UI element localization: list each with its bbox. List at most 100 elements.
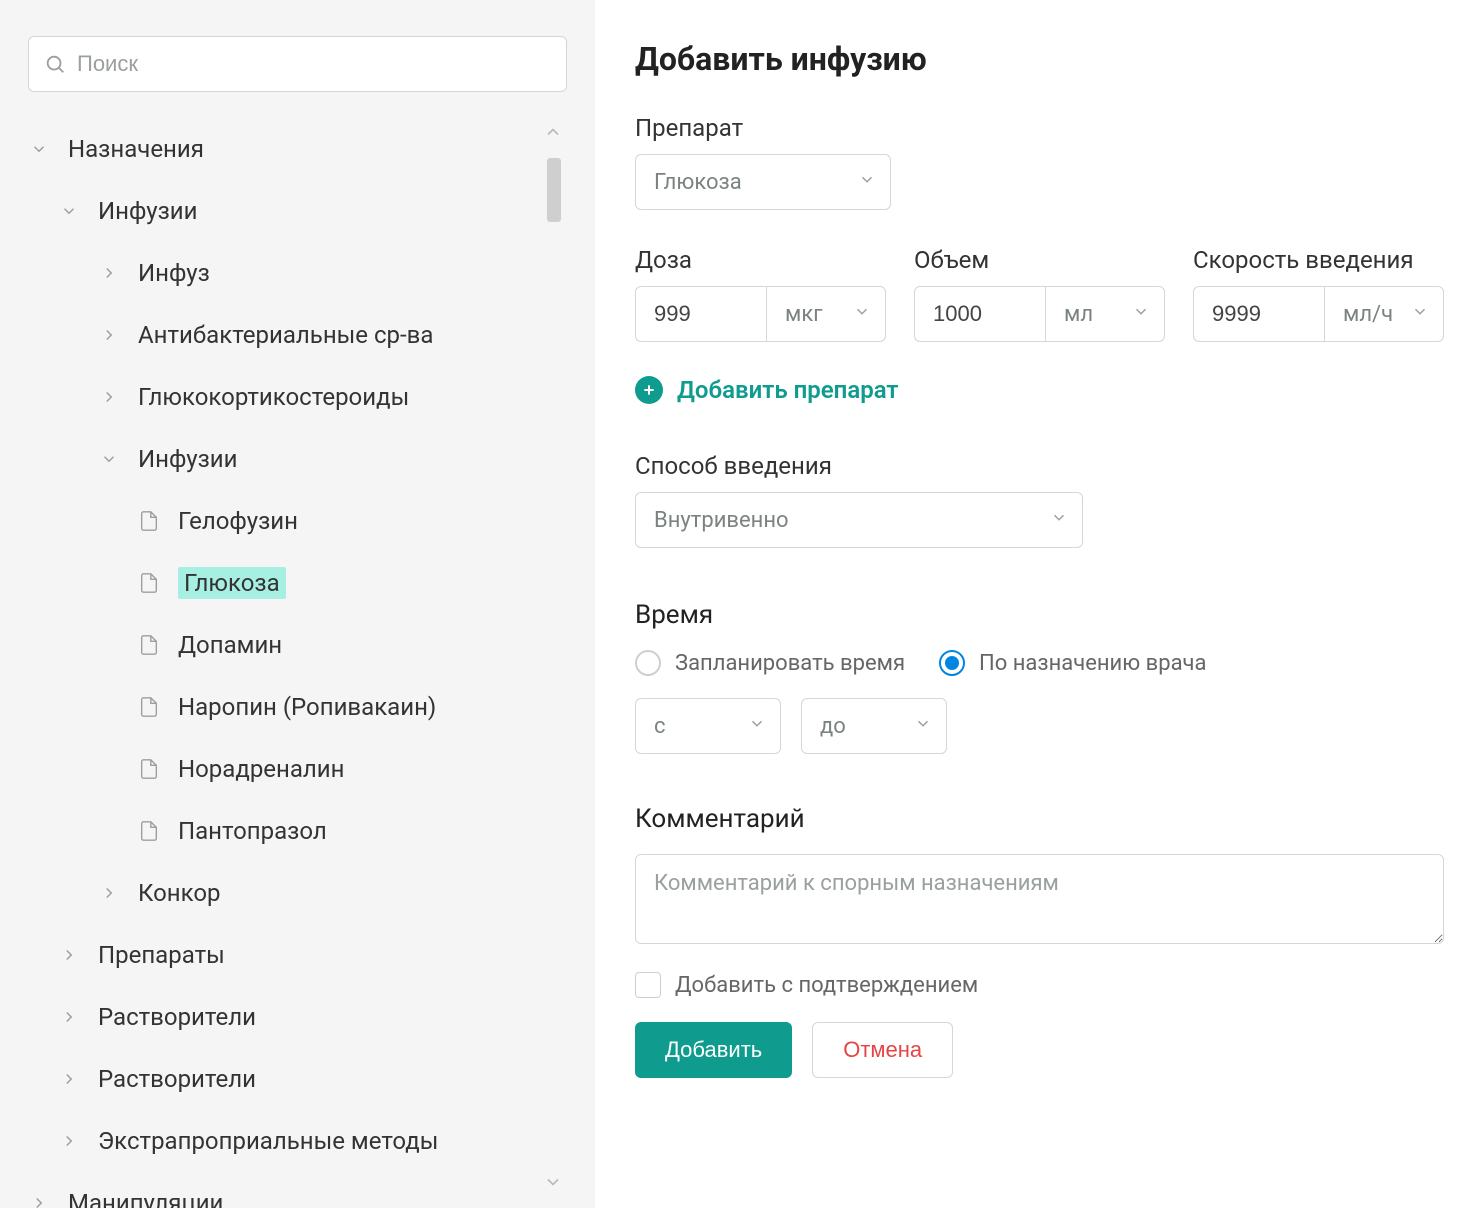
confirm-checkbox[interactable]	[635, 972, 661, 998]
comment-section-title: Комментарий	[635, 804, 1444, 834]
confirm-label: Добавить с подтверждением	[675, 973, 978, 998]
file-icon	[138, 820, 160, 842]
file-icon	[138, 510, 160, 532]
dose-label: Доза	[635, 246, 886, 274]
radio-circle-checked-icon	[939, 650, 965, 676]
measurements-row: Доза мкг Объем мл Скорость введения	[635, 246, 1444, 342]
tree-leaf-label: Норадреналин	[178, 755, 345, 783]
tree-node-label: Конкор	[138, 879, 221, 907]
tree-root-label: Манипуляции	[68, 1189, 223, 1208]
page-title: Добавить инфузию	[635, 40, 1444, 78]
tree-node-glucocort[interactable]: Глюкокортикостероиды	[28, 366, 531, 428]
volume-unit-select[interactable]: мл	[1045, 286, 1165, 342]
rate-label: Скорость введения	[1193, 246, 1444, 274]
tree-root-assignments[interactable]: Назначения	[28, 118, 531, 180]
volume-input[interactable]	[914, 286, 1045, 342]
dose-input[interactable]	[635, 286, 766, 342]
search-icon	[44, 53, 66, 75]
comment-textarea[interactable]	[635, 854, 1444, 944]
chevron-down-icon	[858, 170, 876, 195]
time-inputs-row: с до	[635, 698, 1444, 754]
radio-plan-time[interactable]: Запланировать время	[635, 650, 905, 676]
tree-leaf-glucose[interactable]: Глюкоза	[28, 552, 531, 614]
tree-node-solvents[interactable]: Растворители	[28, 986, 531, 1048]
tree-node-label: Антибактериальные ср-ва	[138, 321, 433, 349]
tree-leaf-dopamin[interactable]: Допамин	[28, 614, 531, 676]
rate-input[interactable]	[1193, 286, 1324, 342]
time-from-value: с	[654, 714, 666, 739]
time-to-value: до	[820, 714, 846, 739]
tree-node-label: Растворители	[98, 1003, 256, 1031]
chevron-right-icon	[58, 1068, 80, 1090]
search-input[interactable]	[28, 36, 567, 92]
method-label: Способ введения	[635, 452, 1444, 480]
tree-node-label: Растворители	[98, 1065, 256, 1093]
file-icon	[138, 634, 160, 656]
tree-leaf-label: Допамин	[178, 631, 282, 659]
chevron-down-icon	[748, 714, 766, 739]
radio-doctor[interactable]: По назначению врача	[939, 650, 1206, 676]
tree-node-extraprop[interactable]: Экстрапроприальные методы	[28, 1110, 531, 1172]
tree-leaf-pantoprazol[interactable]: Пантопразол	[28, 800, 531, 862]
add-drug-label: Добавить препарат	[677, 376, 899, 404]
tree-leaf-label: Наропин (Ропивакаин)	[178, 693, 436, 721]
tree-scroll: Назначения Инфузии Инфуз Антибактериальн…	[28, 118, 567, 1208]
tree-leaf-naropin[interactable]: Наропин (Ропивакаин)	[28, 676, 531, 738]
dose-unit-select[interactable]: мкг	[766, 286, 886, 342]
tree-leaf-label: Глюкоза	[178, 567, 286, 599]
tree-root-manip[interactable]: Манипуляции	[28, 1172, 531, 1208]
tree-node-konkor[interactable]: Конкор	[28, 862, 531, 924]
chevron-right-icon	[28, 1192, 50, 1208]
time-to-select[interactable]: до	[801, 698, 947, 754]
chevron-down-icon	[58, 200, 80, 222]
tree-node-label: Инфузии	[138, 445, 238, 473]
method-select[interactable]: Внутривенно	[635, 492, 1083, 548]
scroll-thumb[interactable]	[547, 158, 561, 222]
tree-node-solvents2[interactable]: Растворители	[28, 1048, 531, 1110]
tree-node-antibacterial[interactable]: Антибактериальные ср-ва	[28, 304, 531, 366]
search-wrapper	[28, 36, 567, 92]
confirm-row: Добавить с подтверждением	[635, 972, 1444, 998]
scroll-down-button[interactable]	[539, 1168, 567, 1196]
chevron-right-icon	[58, 1130, 80, 1152]
chevron-down-icon	[914, 714, 932, 739]
chevron-down-icon	[853, 302, 871, 327]
chevron-down-icon	[98, 448, 120, 470]
tree-leaf-gelofusin[interactable]: Гелофузин	[28, 490, 531, 552]
chevron-right-icon	[58, 1006, 80, 1028]
tree-node-infusions[interactable]: Инфузии	[28, 180, 531, 242]
plus-icon	[635, 376, 663, 404]
sidebar: Назначения Инфузии Инфуз Антибактериальн…	[0, 0, 595, 1208]
file-icon	[138, 758, 160, 780]
add-drug-button[interactable]: Добавить препарат	[635, 376, 1444, 404]
footer-actions: Добавить Отмена	[635, 998, 1444, 1106]
tree-node-infuz[interactable]: Инфуз	[28, 242, 531, 304]
tree-node-label: Глюкокортикостероиды	[138, 383, 409, 411]
add-button[interactable]: Добавить	[635, 1022, 792, 1078]
time-section-title: Время	[635, 600, 1444, 630]
dose-col: Доза мкг	[635, 246, 886, 342]
method-value: Внутривенно	[654, 508, 789, 533]
scroll-up-button[interactable]	[539, 118, 567, 146]
volume-unit: мл	[1064, 302, 1093, 327]
rate-unit: мл/ч	[1343, 302, 1393, 327]
time-from-select[interactable]: с	[635, 698, 781, 754]
chevron-down-icon	[1050, 508, 1068, 533]
tree-leaf-label: Пантопразол	[178, 817, 327, 845]
tree-node-label: Препараты	[98, 941, 225, 969]
tree-node-infusions-sub[interactable]: Инфузии	[28, 428, 531, 490]
dose-unit: мкг	[785, 302, 822, 327]
rate-unit-select[interactable]: мл/ч	[1324, 286, 1444, 342]
radio-doctor-label: По назначению врача	[979, 651, 1206, 676]
drug-select[interactable]: Глюкоза	[635, 154, 891, 210]
tree-leaf-noradrenalin[interactable]: Норадреналин	[28, 738, 531, 800]
tree-node-label: Инфуз	[138, 259, 210, 287]
rate-col: Скорость введения мл/ч	[1193, 246, 1444, 342]
volume-label: Объем	[914, 246, 1165, 274]
radio-plan-label: Запланировать время	[675, 651, 905, 676]
cancel-button[interactable]: Отмена	[812, 1022, 953, 1078]
chevron-right-icon	[98, 324, 120, 346]
tree-node-preps[interactable]: Препараты	[28, 924, 531, 986]
file-icon	[138, 572, 160, 594]
tree-node-label: Инфузии	[98, 197, 198, 225]
